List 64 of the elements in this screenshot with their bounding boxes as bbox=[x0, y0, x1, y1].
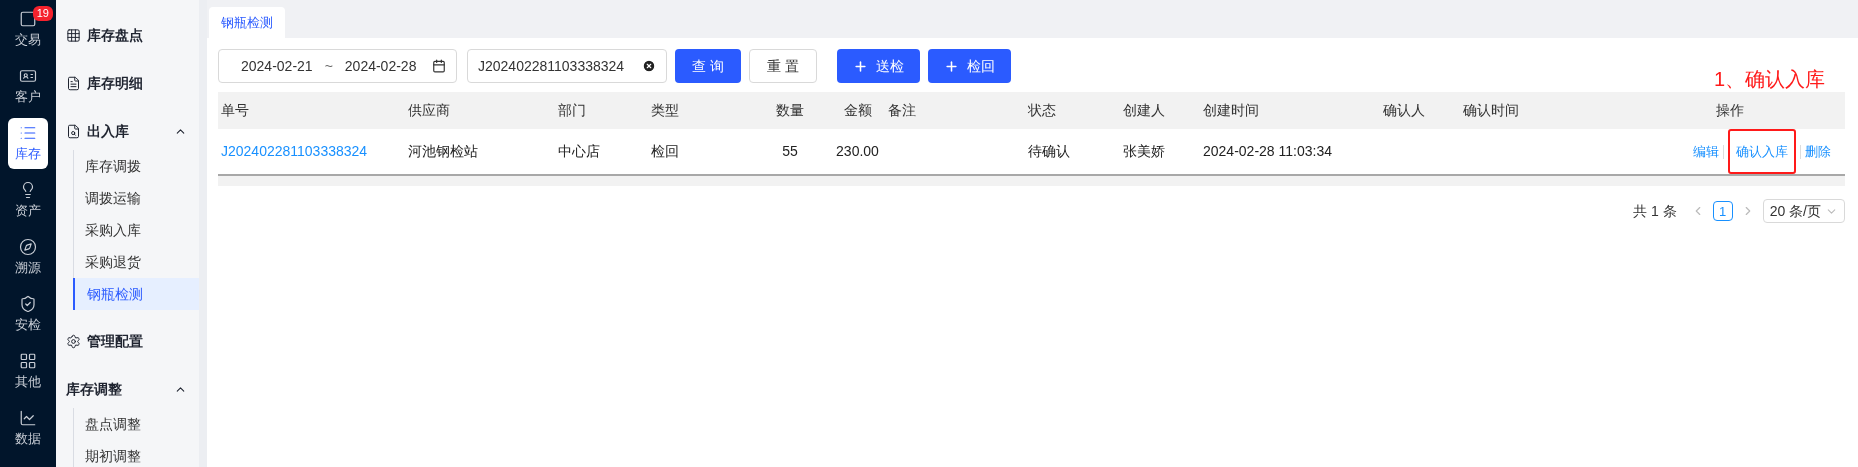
submenu-item[interactable]: 盘点调整 bbox=[73, 408, 199, 440]
table-cell: 待确认 bbox=[1028, 143, 1070, 159]
total-count: 共 1 条 bbox=[1633, 201, 1677, 221]
nav-item[interactable]: 溯源 bbox=[8, 232, 48, 283]
nav-item[interactable]: 库存 bbox=[8, 118, 48, 169]
add-button[interactable]: 送检 bbox=[836, 49, 920, 83]
blocks-icon bbox=[19, 351, 37, 370]
settings-icon bbox=[66, 333, 81, 349]
table-cell: 55 bbox=[782, 143, 798, 159]
nav-item[interactable]: 其他 bbox=[8, 346, 48, 397]
notification-badge: 19 bbox=[32, 6, 53, 21]
column-header: 数量 bbox=[775, 101, 805, 120]
column-header: 创建时间 bbox=[1202, 101, 1260, 120]
square-icon bbox=[19, 9, 37, 28]
page-tab[interactable]: 钢瓶检测 bbox=[209, 7, 285, 38]
shield-check-icon bbox=[19, 294, 37, 313]
table-cell: 张美娇 bbox=[1123, 143, 1165, 159]
submenu-item[interactable]: 调拨运输 bbox=[73, 182, 199, 214]
nav-item[interactable]: 资产 bbox=[8, 175, 48, 226]
calendar-icon bbox=[432, 59, 446, 73]
date-range-field[interactable]: 2024-02-21 ~ 2024-02-28 bbox=[218, 49, 457, 83]
table-cell: 检回 bbox=[651, 143, 679, 159]
menu-group-header[interactable]: 出入库 bbox=[56, 112, 199, 150]
column-header: 操作 bbox=[1715, 101, 1745, 120]
plus-icon bbox=[943, 58, 959, 74]
column-header: 确认人 bbox=[1382, 101, 1426, 120]
submenu-item[interactable]: 采购退货 bbox=[73, 246, 199, 278]
nav-item[interactable]: 安检 bbox=[8, 289, 48, 340]
plus-icon bbox=[852, 58, 868, 74]
submenu-item[interactable]: 库存调拨 bbox=[73, 150, 199, 182]
nav-item[interactable]: 数据 bbox=[8, 403, 48, 454]
menu-group-header[interactable]: 库存调整 bbox=[56, 370, 199, 408]
submenu-item[interactable]: 期初调整 bbox=[73, 440, 199, 467]
column-header: 部门 bbox=[557, 101, 587, 120]
page-size-select[interactable]: 20 条/页 bbox=[1762, 199, 1845, 223]
table-cell: 河池钢检站 bbox=[408, 143, 478, 159]
column-header: 确认时间 bbox=[1462, 101, 1520, 120]
menu-item[interactable]: 库存盘点 bbox=[56, 16, 199, 54]
column-header: 供应商 bbox=[407, 101, 451, 120]
table-cell: 2024-02-28 11:03:34 bbox=[1203, 143, 1332, 159]
column-header: 单号 bbox=[220, 101, 250, 120]
document-icon bbox=[66, 75, 81, 91]
menu-item[interactable]: 管理配置 bbox=[56, 322, 199, 360]
table-cell: 中心店 bbox=[558, 143, 600, 159]
table-cell: 230.00 bbox=[836, 143, 879, 159]
column-header: 状态 bbox=[1027, 101, 1057, 120]
line-chart-icon bbox=[19, 408, 37, 427]
reset-button[interactable]: 重 置 bbox=[748, 49, 817, 83]
compass-icon bbox=[19, 237, 37, 256]
menu-item[interactable]: 库存明细 bbox=[56, 64, 199, 102]
clear-icon[interactable] bbox=[642, 59, 656, 73]
add-button[interactable]: 检回 bbox=[927, 49, 1011, 83]
search-button[interactable]: 查 询 bbox=[675, 49, 741, 83]
document-search-icon bbox=[66, 123, 81, 139]
grid-icon bbox=[66, 27, 81, 43]
submenu-item[interactable]: 采购入库 bbox=[73, 214, 199, 246]
column-header: 金额 bbox=[842, 101, 873, 120]
column-header: 备注 bbox=[887, 101, 917, 120]
annotation-text: 1、确认入库 bbox=[1713, 67, 1825, 92]
nav-item[interactable]: 客户 bbox=[8, 61, 48, 112]
column-header: 创建人 bbox=[1122, 101, 1166, 120]
submenu-item[interactable]: 钢瓶检测 bbox=[73, 278, 199, 310]
column-header: 类型 bbox=[650, 101, 680, 120]
order-number-field[interactable]: J202402281103338324 bbox=[467, 49, 667, 83]
